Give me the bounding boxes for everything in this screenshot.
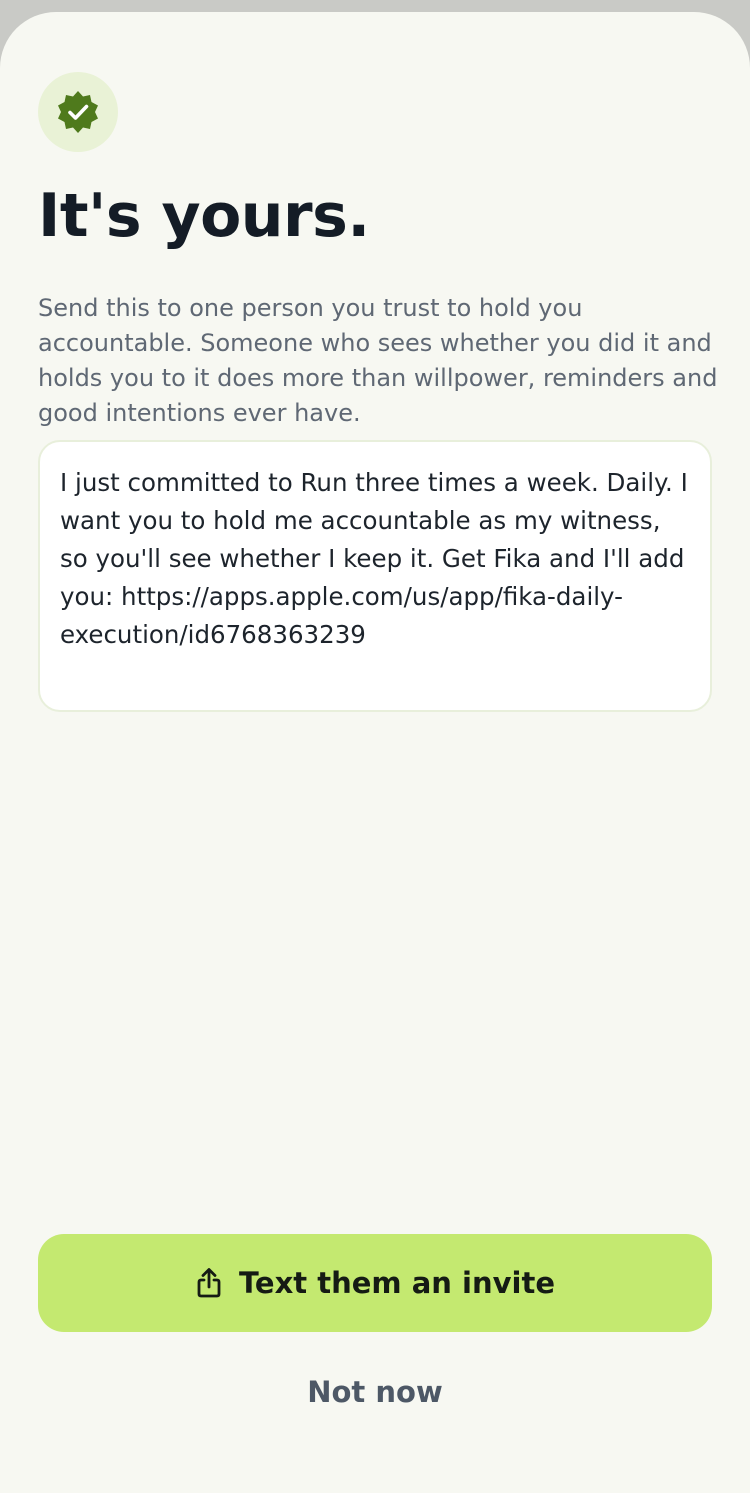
verified-badge — [38, 72, 118, 152]
text-invite-label: Text them an invite — [238, 1266, 556, 1300]
page-title: It's yours. — [38, 181, 370, 251]
not-now-button[interactable]: Not now — [200, 1364, 550, 1420]
verified-check-icon — [58, 91, 98, 133]
description-text: Send this to one person you trust to hol… — [38, 294, 718, 427]
share-icon — [197, 1268, 221, 1298]
text-invite-button[interactable]: Text them an invite — [38, 1234, 712, 1332]
invite-message-text: I just committed to Run three times a we… — [60, 468, 688, 649]
invite-message-box[interactable]: I just committed to Run three times a we… — [38, 440, 712, 712]
invite-sheet: It's yours. Send this to one person you … — [0, 12, 750, 1493]
